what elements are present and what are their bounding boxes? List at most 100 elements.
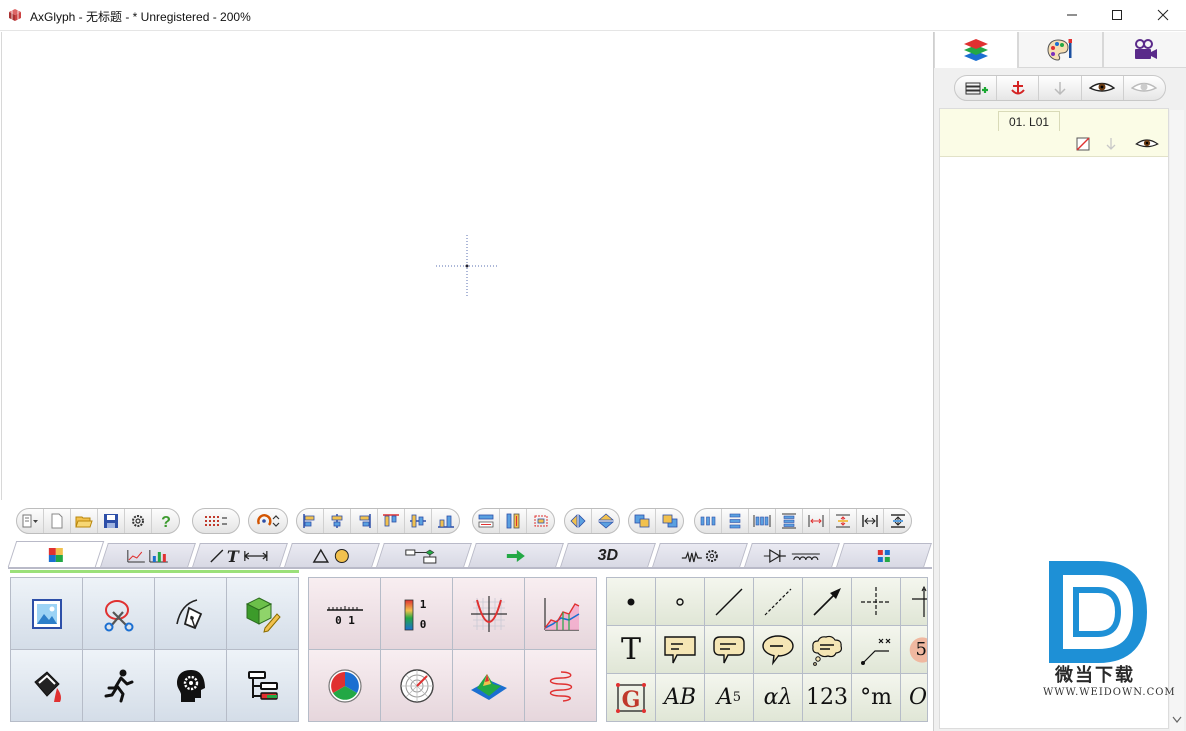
polar-plot-button[interactable] bbox=[381, 650, 452, 721]
align-top-button[interactable] bbox=[378, 509, 405, 533]
space-v-button[interactable] bbox=[722, 509, 749, 533]
anchor-button[interactable] bbox=[997, 76, 1040, 100]
maximize-button[interactable] bbox=[1094, 0, 1140, 30]
function-plot-button[interactable] bbox=[453, 578, 524, 649]
mind-map-button[interactable] bbox=[155, 650, 226, 721]
align-middle-button[interactable] bbox=[405, 509, 432, 533]
align-center-button[interactable] bbox=[324, 509, 351, 533]
text-button[interactable]: T bbox=[607, 626, 655, 673]
show-layer-button[interactable] bbox=[1082, 76, 1124, 100]
glyph-button[interactable]: G bbox=[607, 674, 655, 721]
align-left-button[interactable] bbox=[297, 509, 324, 533]
settings-button[interactable] bbox=[125, 509, 152, 533]
pie-chart-button[interactable] bbox=[309, 650, 380, 721]
tab-arrows[interactable] bbox=[468, 543, 564, 567]
subscript-button[interactable]: A5 bbox=[705, 674, 753, 721]
cut-button[interactable] bbox=[83, 578, 154, 649]
eye-icon bbox=[1089, 82, 1116, 92]
flip-v-button[interactable] bbox=[592, 509, 619, 533]
space-v2-button[interactable] bbox=[776, 509, 803, 533]
scroll-down-icon[interactable] bbox=[1172, 713, 1182, 727]
tab-charts[interactable] bbox=[100, 543, 196, 567]
tree-diagram-button[interactable] bbox=[227, 650, 298, 721]
tab-circuits[interactable] bbox=[652, 543, 748, 567]
callout-rect-button[interactable] bbox=[656, 626, 704, 673]
spiral-plot-button[interactable] bbox=[525, 650, 596, 721]
help-button[interactable]: ? bbox=[152, 509, 179, 533]
distribute-v-button[interactable] bbox=[500, 509, 527, 533]
grid-button[interactable] bbox=[193, 509, 239, 533]
axis-button[interactable] bbox=[901, 578, 927, 625]
greek-button[interactable]: αλ bbox=[754, 674, 802, 721]
dashed-line-button[interactable] bbox=[754, 578, 802, 625]
hide-layer-button[interactable] bbox=[1124, 76, 1165, 100]
insert-picture-button[interactable] bbox=[11, 578, 82, 649]
area-chart-button[interactable] bbox=[525, 578, 596, 649]
number-axis-button[interactable]: 0 1 bbox=[309, 578, 380, 649]
stretch-h-button[interactable] bbox=[803, 509, 830, 533]
save-button[interactable] bbox=[98, 509, 125, 533]
line-button[interactable] bbox=[705, 578, 753, 625]
stretch-v-button[interactable] bbox=[830, 509, 857, 533]
align-bottom-button[interactable] bbox=[432, 509, 459, 533]
distribute-center-button[interactable] bbox=[527, 509, 554, 533]
tab-3d[interactable]: 3D bbox=[560, 543, 656, 567]
drawing-canvas[interactable] bbox=[1, 32, 932, 500]
chemistry-button[interactable]: O bbox=[901, 674, 927, 721]
circle-button[interactable] bbox=[656, 578, 704, 625]
surface-icon bbox=[470, 673, 507, 700]
distribute-h-button[interactable] bbox=[473, 509, 500, 533]
tab-colors[interactable] bbox=[836, 543, 932, 567]
align-right-button[interactable] bbox=[351, 509, 378, 533]
close-button[interactable] bbox=[1140, 0, 1186, 30]
thought-bubble-button[interactable] bbox=[803, 626, 851, 673]
brain-gear-icon bbox=[176, 669, 205, 702]
tab-general[interactable] bbox=[7, 541, 105, 567]
watermark-text: 微当下载 bbox=[1055, 665, 1135, 685]
vertical-scrollbar[interactable] bbox=[1170, 110, 1184, 731]
eye-icon[interactable] bbox=[1132, 136, 1162, 152]
stretch-v2-button[interactable] bbox=[884, 509, 911, 533]
tab-animation[interactable] bbox=[1102, 32, 1186, 68]
surface-plot-button[interactable] bbox=[453, 650, 524, 721]
tab-flowchart[interactable] bbox=[376, 543, 472, 567]
flip-h-button[interactable] bbox=[565, 509, 592, 533]
no-fill-icon[interactable] bbox=[1076, 137, 1090, 151]
layer-row[interactable]: 01. L01 bbox=[940, 109, 1168, 157]
3d-text-button[interactable] bbox=[227, 578, 298, 649]
rotate-button[interactable] bbox=[249, 509, 287, 533]
fill-button[interactable] bbox=[11, 650, 82, 721]
crosshair-button[interactable] bbox=[852, 578, 900, 625]
tab-lines-text[interactable]: T bbox=[192, 543, 288, 567]
bring-front-button[interactable] bbox=[629, 509, 656, 533]
menu-button[interactable] bbox=[17, 509, 44, 533]
dot-button[interactable] bbox=[607, 578, 655, 625]
dimension-line-button[interactable] bbox=[852, 626, 900, 673]
arrow-button[interactable] bbox=[803, 578, 851, 625]
animation-button[interactable] bbox=[83, 650, 154, 721]
tab-electronics[interactable] bbox=[744, 543, 840, 567]
stretch-h2-button[interactable] bbox=[857, 509, 884, 533]
panel-tabs bbox=[934, 32, 1186, 68]
minimize-button[interactable] bbox=[1049, 0, 1095, 30]
color-bar-button[interactable]: 1 0 bbox=[381, 578, 452, 649]
tab-style[interactable] bbox=[1018, 32, 1103, 68]
unit-button[interactable]: °m bbox=[852, 674, 900, 721]
number-button[interactable]: 123 bbox=[803, 674, 851, 721]
rotate-group bbox=[248, 508, 288, 534]
space-h-button[interactable] bbox=[695, 509, 722, 533]
arrow-down-icon[interactable] bbox=[1104, 137, 1118, 151]
pen-tool-button[interactable] bbox=[155, 578, 226, 649]
move-down-button[interactable] bbox=[1039, 76, 1082, 100]
callout-oval-button[interactable] bbox=[754, 626, 802, 673]
tab-layers[interactable] bbox=[934, 32, 1019, 68]
number-badge-button[interactable]: 5 bbox=[901, 626, 927, 673]
space-h2-button[interactable] bbox=[749, 509, 776, 533]
tab-shapes[interactable] bbox=[284, 543, 380, 567]
new-file-button[interactable] bbox=[44, 509, 71, 533]
send-back-button[interactable] bbox=[656, 509, 683, 533]
callout-round-button[interactable] bbox=[705, 626, 753, 673]
open-file-button[interactable] bbox=[71, 509, 98, 533]
add-layer-button[interactable] bbox=[955, 76, 998, 100]
italic-text-button[interactable]: AB bbox=[656, 674, 704, 721]
